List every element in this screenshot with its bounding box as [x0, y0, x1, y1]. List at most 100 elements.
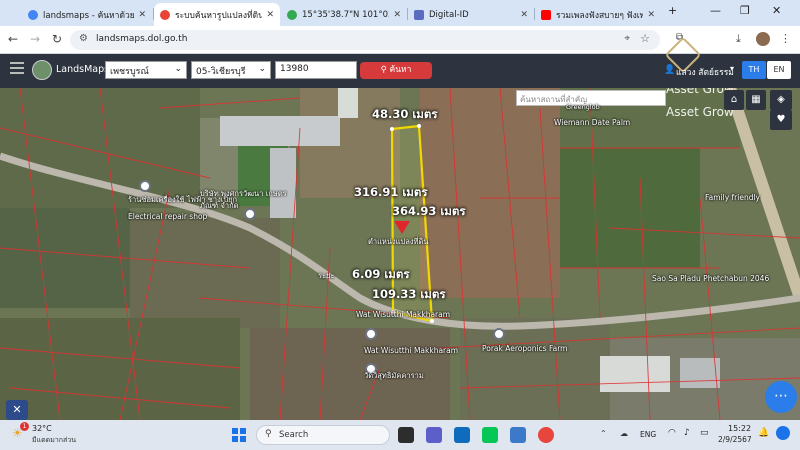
new-tab-button[interactable]: +	[668, 4, 677, 17]
input-language[interactable]: ENG	[640, 430, 656, 439]
back-icon[interactable]: ←	[8, 32, 18, 46]
satellite-map[interactable]: ค้นหาสถานที่สำคัญ Asset Grow Asset Grow …	[0, 88, 800, 420]
battery-icon[interactable]: ▭	[700, 428, 709, 438]
parcel-location-label: ตำแหน่งแปลงที่ดิน	[368, 237, 429, 246]
measure-left: 316.91 เมตร	[354, 185, 428, 199]
chrome-icon[interactable]	[538, 427, 554, 443]
wifi-icon[interactable]: ◠	[668, 428, 676, 438]
tab-title: รวมเพลงฟังสบายๆ ฟังเพล	[556, 10, 644, 21]
poi-label: Wat Wisutthi Makkharam	[364, 346, 459, 355]
measure-top: 48.30 เมตร	[372, 107, 438, 121]
windows-start-icon[interactable]	[232, 428, 246, 442]
poi-label: บริษัท พงศกรวัฒนา เกษตรภัณฑ์ จำกัด	[200, 189, 287, 210]
hamburger-menu-icon[interactable]	[10, 62, 24, 64]
tools-icon[interactable]: ✕	[6, 400, 28, 420]
parcel-number-value: 13980	[280, 64, 309, 74]
heart-icon[interactable]: ♥	[770, 110, 792, 130]
chevron-up-icon[interactable]: ⌃	[600, 429, 607, 438]
user-icon: 👤	[664, 65, 676, 75]
profile-avatar[interactable]	[756, 32, 770, 46]
taskbar-search-placeholder: Search	[279, 430, 309, 440]
road-label: Sao Sa Pladu Phetchabun 2046	[652, 274, 770, 283]
restore-button[interactable]: ❐	[740, 4, 750, 17]
poi-label: Wiemann Date Palm	[554, 118, 631, 127]
download-icon[interactable]: ⤓	[736, 32, 741, 46]
browser-tab-bar: landsmaps - ค้นหาด้วย Go ✕ ระบบค้นหารูปแ…	[0, 0, 800, 26]
province-select[interactable]: เพชรบูรณ์ ⌄	[105, 61, 187, 79]
weather-description[interactable]: มีแดดมากส่วน	[32, 435, 76, 446]
lang-en-button[interactable]: EN	[767, 61, 791, 79]
poi-label: Family friendly	[705, 193, 760, 202]
tab-title: 15°35'38.7"N 101°03'38.	[302, 9, 389, 20]
asset-logo-text: ASSET	[698, 42, 732, 52]
province-value: เพชรบูรณ์	[110, 67, 149, 77]
poi-marker[interactable]	[365, 328, 377, 340]
poi-marker[interactable]	[139, 180, 151, 192]
windows-taskbar: ☀ 1 32°C มีแดดมากส่วน ⚲ Search ⌃ ☁ ENG ◠…	[0, 420, 800, 450]
home-icon[interactable]: ⌂	[724, 90, 744, 110]
close-window-button[interactable]: ✕	[772, 4, 781, 17]
browser-tab-2[interactable]: ระบบค้นหารูปแปลงที่ดิน (Lan ✕	[154, 3, 280, 26]
close-icon[interactable]: ✕	[647, 10, 655, 20]
district-select[interactable]: 05-วิเชียรบุรี ⌄	[191, 61, 271, 79]
tab-title: Digital-ID	[429, 9, 469, 20]
lang-th-button[interactable]: TH	[742, 61, 766, 79]
chevron-down-icon[interactable]: ▾	[730, 64, 734, 73]
temperature[interactable]: 32°C	[32, 424, 52, 433]
app-logo	[32, 60, 52, 80]
clock-date[interactable]: 2/9/2567	[718, 435, 752, 444]
user-name[interactable]: แสวง สัตย์ธรรม์	[676, 65, 734, 79]
copilot-icon[interactable]	[776, 426, 790, 440]
chevron-down-icon: ⌄	[174, 64, 182, 74]
browser-tab-5[interactable]: รวมเพลงฟังสบายๆ ฟังเพล ✕	[535, 3, 661, 26]
parcel-number-input[interactable]: 13980	[275, 61, 357, 79]
grid-icon[interactable]: ▦	[746, 90, 766, 110]
reload-icon[interactable]: ↻	[52, 32, 62, 46]
chevron-down-icon: ⌄	[258, 64, 266, 74]
forward-icon[interactable]: →	[30, 32, 40, 46]
search-icon: ⚲	[380, 65, 387, 75]
bell-icon[interactable]: 🔔	[758, 428, 769, 438]
cloud-icon[interactable]: ☁	[620, 429, 628, 438]
photos-icon[interactable]	[510, 427, 526, 443]
menu-icon[interactable]: ⋮	[780, 32, 791, 45]
notification-badge: 1	[20, 422, 29, 431]
map-pin-icon	[160, 9, 170, 20]
task-view-icon[interactable]	[398, 427, 414, 443]
measure-right: 364.93 เมตร	[392, 204, 466, 218]
browser-tab-1[interactable]: landsmaps - ค้นหาด้วย Go ✕	[22, 3, 152, 26]
poi-label: Electrical repair shop	[128, 212, 208, 221]
poi-label: วัดวิสุทธิมัคคาราม	[364, 371, 424, 380]
tab-title: landsmaps - ค้นหาด้วย Go	[43, 10, 135, 21]
search-icon: ⚲	[265, 429, 272, 439]
browser-tab-4[interactable]: Digital-ID ✕	[408, 3, 534, 26]
close-icon[interactable]: ✕	[266, 10, 274, 20]
clock-time[interactable]: 15:22	[728, 424, 751, 433]
close-icon[interactable]: ✕	[138, 10, 146, 20]
site-info-icon[interactable]: ⚙	[79, 33, 88, 44]
map-pin-icon	[287, 9, 297, 20]
google-icon	[28, 9, 38, 20]
outlook-icon[interactable]	[454, 427, 470, 443]
line-icon[interactable]	[482, 427, 498, 443]
close-icon[interactable]: ✕	[520, 10, 528, 20]
url-text: landsmaps.dol.go.th	[96, 34, 188, 44]
search-button[interactable]: ⚲ ค้นหา	[360, 62, 432, 79]
poi-label: Porak Aeroponics Farm	[482, 344, 568, 353]
more-options-icon[interactable]: ⋯	[765, 381, 797, 413]
location-icon[interactable]: ⌖	[624, 33, 630, 44]
star-icon[interactable]: ☆	[640, 32, 650, 45]
layers-icon[interactable]: ◈	[770, 90, 792, 110]
tab-title: ระบบค้นหารูปแปลงที่ดิน (Lan	[175, 10, 263, 21]
close-icon[interactable]: ✕	[393, 10, 401, 20]
volume-icon[interactable]: ♪	[684, 428, 690, 438]
youtube-icon	[541, 9, 551, 20]
address-bar[interactable]: ⚙ landsmaps.dol.go.th ⌖ ☆	[70, 30, 660, 50]
poi-label: Wat Wisutthi Makkharam	[356, 310, 451, 319]
teams-icon[interactable]	[426, 427, 442, 443]
browser-tab-3[interactable]: 15°35'38.7"N 101°03'38. ✕	[281, 3, 407, 26]
taskbar-search[interactable]: ⚲ Search	[256, 425, 390, 445]
road-label: ระยะ	[318, 271, 335, 280]
poi-marker[interactable]	[493, 328, 505, 340]
minimize-button[interactable]: —	[710, 4, 721, 17]
